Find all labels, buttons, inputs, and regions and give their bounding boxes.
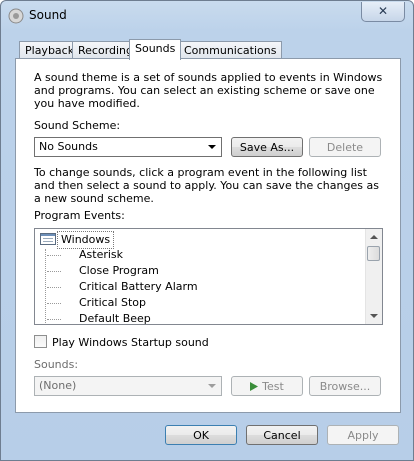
tree-connector xyxy=(47,271,61,272)
tree-connector xyxy=(47,303,61,304)
program-events-list[interactable]: Windows Asterisk Close Program Critical … xyxy=(34,228,383,325)
vertical-scrollbar[interactable] xyxy=(365,229,382,324)
tab-communications[interactable]: Communications xyxy=(178,41,283,59)
tab-sounds[interactable]: Sounds xyxy=(129,39,182,60)
test-button-label: Test xyxy=(262,380,284,393)
startup-sound-checkbox[interactable] xyxy=(34,335,47,348)
tree-guide-line xyxy=(45,249,46,324)
tree-connector xyxy=(47,287,61,288)
title-bar[interactable]: Sound ✕ xyxy=(1,1,413,29)
sound-file-value: (None) xyxy=(39,379,77,392)
scroll-up-icon[interactable] xyxy=(370,235,378,239)
tab-playback[interactable]: Playback xyxy=(19,41,81,59)
chevron-down-icon xyxy=(208,145,216,149)
event-item[interactable]: Critical Battery Alarm xyxy=(79,279,198,295)
instructions-text: To change sounds, click a program event … xyxy=(34,166,379,205)
scroll-thumb[interactable] xyxy=(367,246,380,261)
event-item[interactable]: Default Beep xyxy=(79,311,151,324)
event-item[interactable]: Close Program xyxy=(79,263,159,279)
sounds-panel: A sound theme is a set of sounds applied… xyxy=(15,58,401,413)
tree-connector xyxy=(47,255,61,256)
intro-text: A sound theme is a set of sounds applied… xyxy=(34,71,383,110)
sound-dialog: Sound ✕ Playback Recording Sounds Commun… xyxy=(0,0,414,461)
play-icon xyxy=(250,382,259,391)
test-button[interactable]: Test xyxy=(231,376,303,396)
sound-scheme-value: No Sounds xyxy=(39,140,98,153)
save-as-button[interactable]: Save As... xyxy=(231,137,303,157)
cancel-button[interactable]: Cancel xyxy=(246,425,318,445)
close-icon: ✕ xyxy=(377,4,389,18)
browse-button[interactable]: Browse... xyxy=(309,376,381,396)
tree-connector xyxy=(47,319,61,320)
sounds-label: Sounds: xyxy=(34,358,79,371)
scroll-down-icon[interactable] xyxy=(370,314,378,318)
event-item[interactable]: Critical Stop xyxy=(79,295,146,311)
sound-scheme-label: Sound Scheme: xyxy=(34,119,121,132)
ok-button[interactable]: OK xyxy=(165,425,237,445)
sound-file-dropdown[interactable]: (None) xyxy=(34,376,222,396)
program-events-label: Program Events: xyxy=(34,209,125,222)
close-button[interactable]: ✕ xyxy=(361,2,405,22)
delete-button[interactable]: Delete xyxy=(309,137,381,157)
startup-sound-label[interactable]: Play Windows Startup sound xyxy=(52,336,402,349)
sound-scheme-dropdown[interactable]: No Sounds xyxy=(34,137,222,157)
apply-button[interactable]: Apply xyxy=(327,425,399,445)
window-title: Sound xyxy=(29,8,67,22)
event-item[interactable]: Asterisk xyxy=(79,247,123,263)
chevron-down-icon xyxy=(208,384,216,388)
speaker-icon xyxy=(8,8,24,24)
window-icon xyxy=(40,233,56,245)
